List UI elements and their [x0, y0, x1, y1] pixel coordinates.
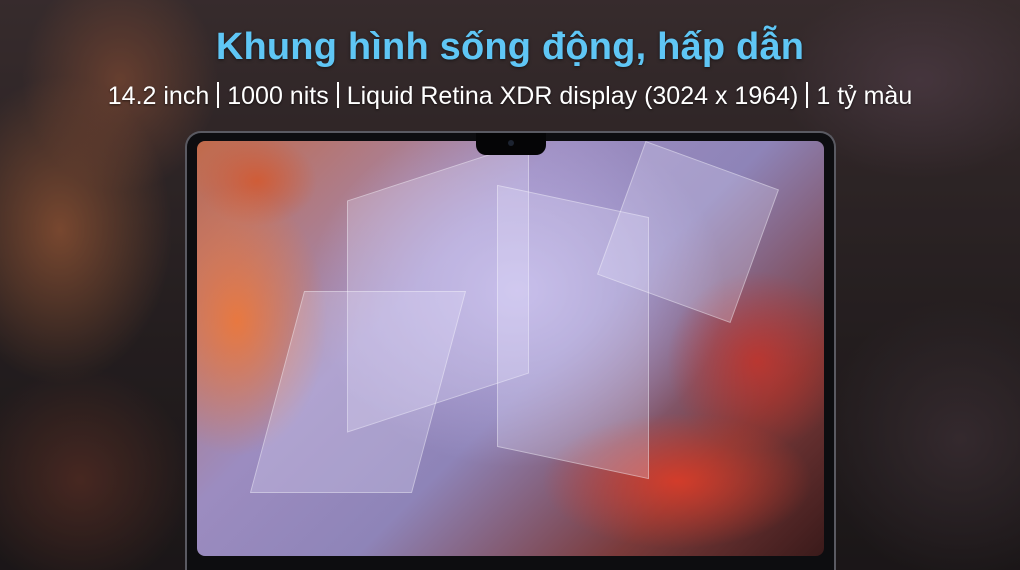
spec-divider	[336, 82, 339, 108]
camera-notch	[476, 133, 546, 155]
spec-line: 14.2 inch 1000 nits Liquid Retina XDR disp…	[0, 82, 1020, 111]
spec-colors: 1 tỷ màu	[816, 82, 913, 110]
spec-divider	[806, 82, 809, 108]
spec-brightness: 1000 nits	[227, 82, 329, 110]
laptop-frame	[185, 131, 836, 570]
crystal-facet	[249, 291, 467, 493]
spec-divider	[217, 82, 220, 108]
banner-title: Khung hình sống động, hấp dẫn	[215, 26, 805, 68]
camera-icon	[508, 140, 514, 146]
laptop-screen-image	[197, 141, 824, 556]
spec-screen-size: 14.2 inch	[107, 82, 210, 110]
spec-display-type: Liquid Retina XDR display (3024 x 1964)	[346, 82, 799, 110]
